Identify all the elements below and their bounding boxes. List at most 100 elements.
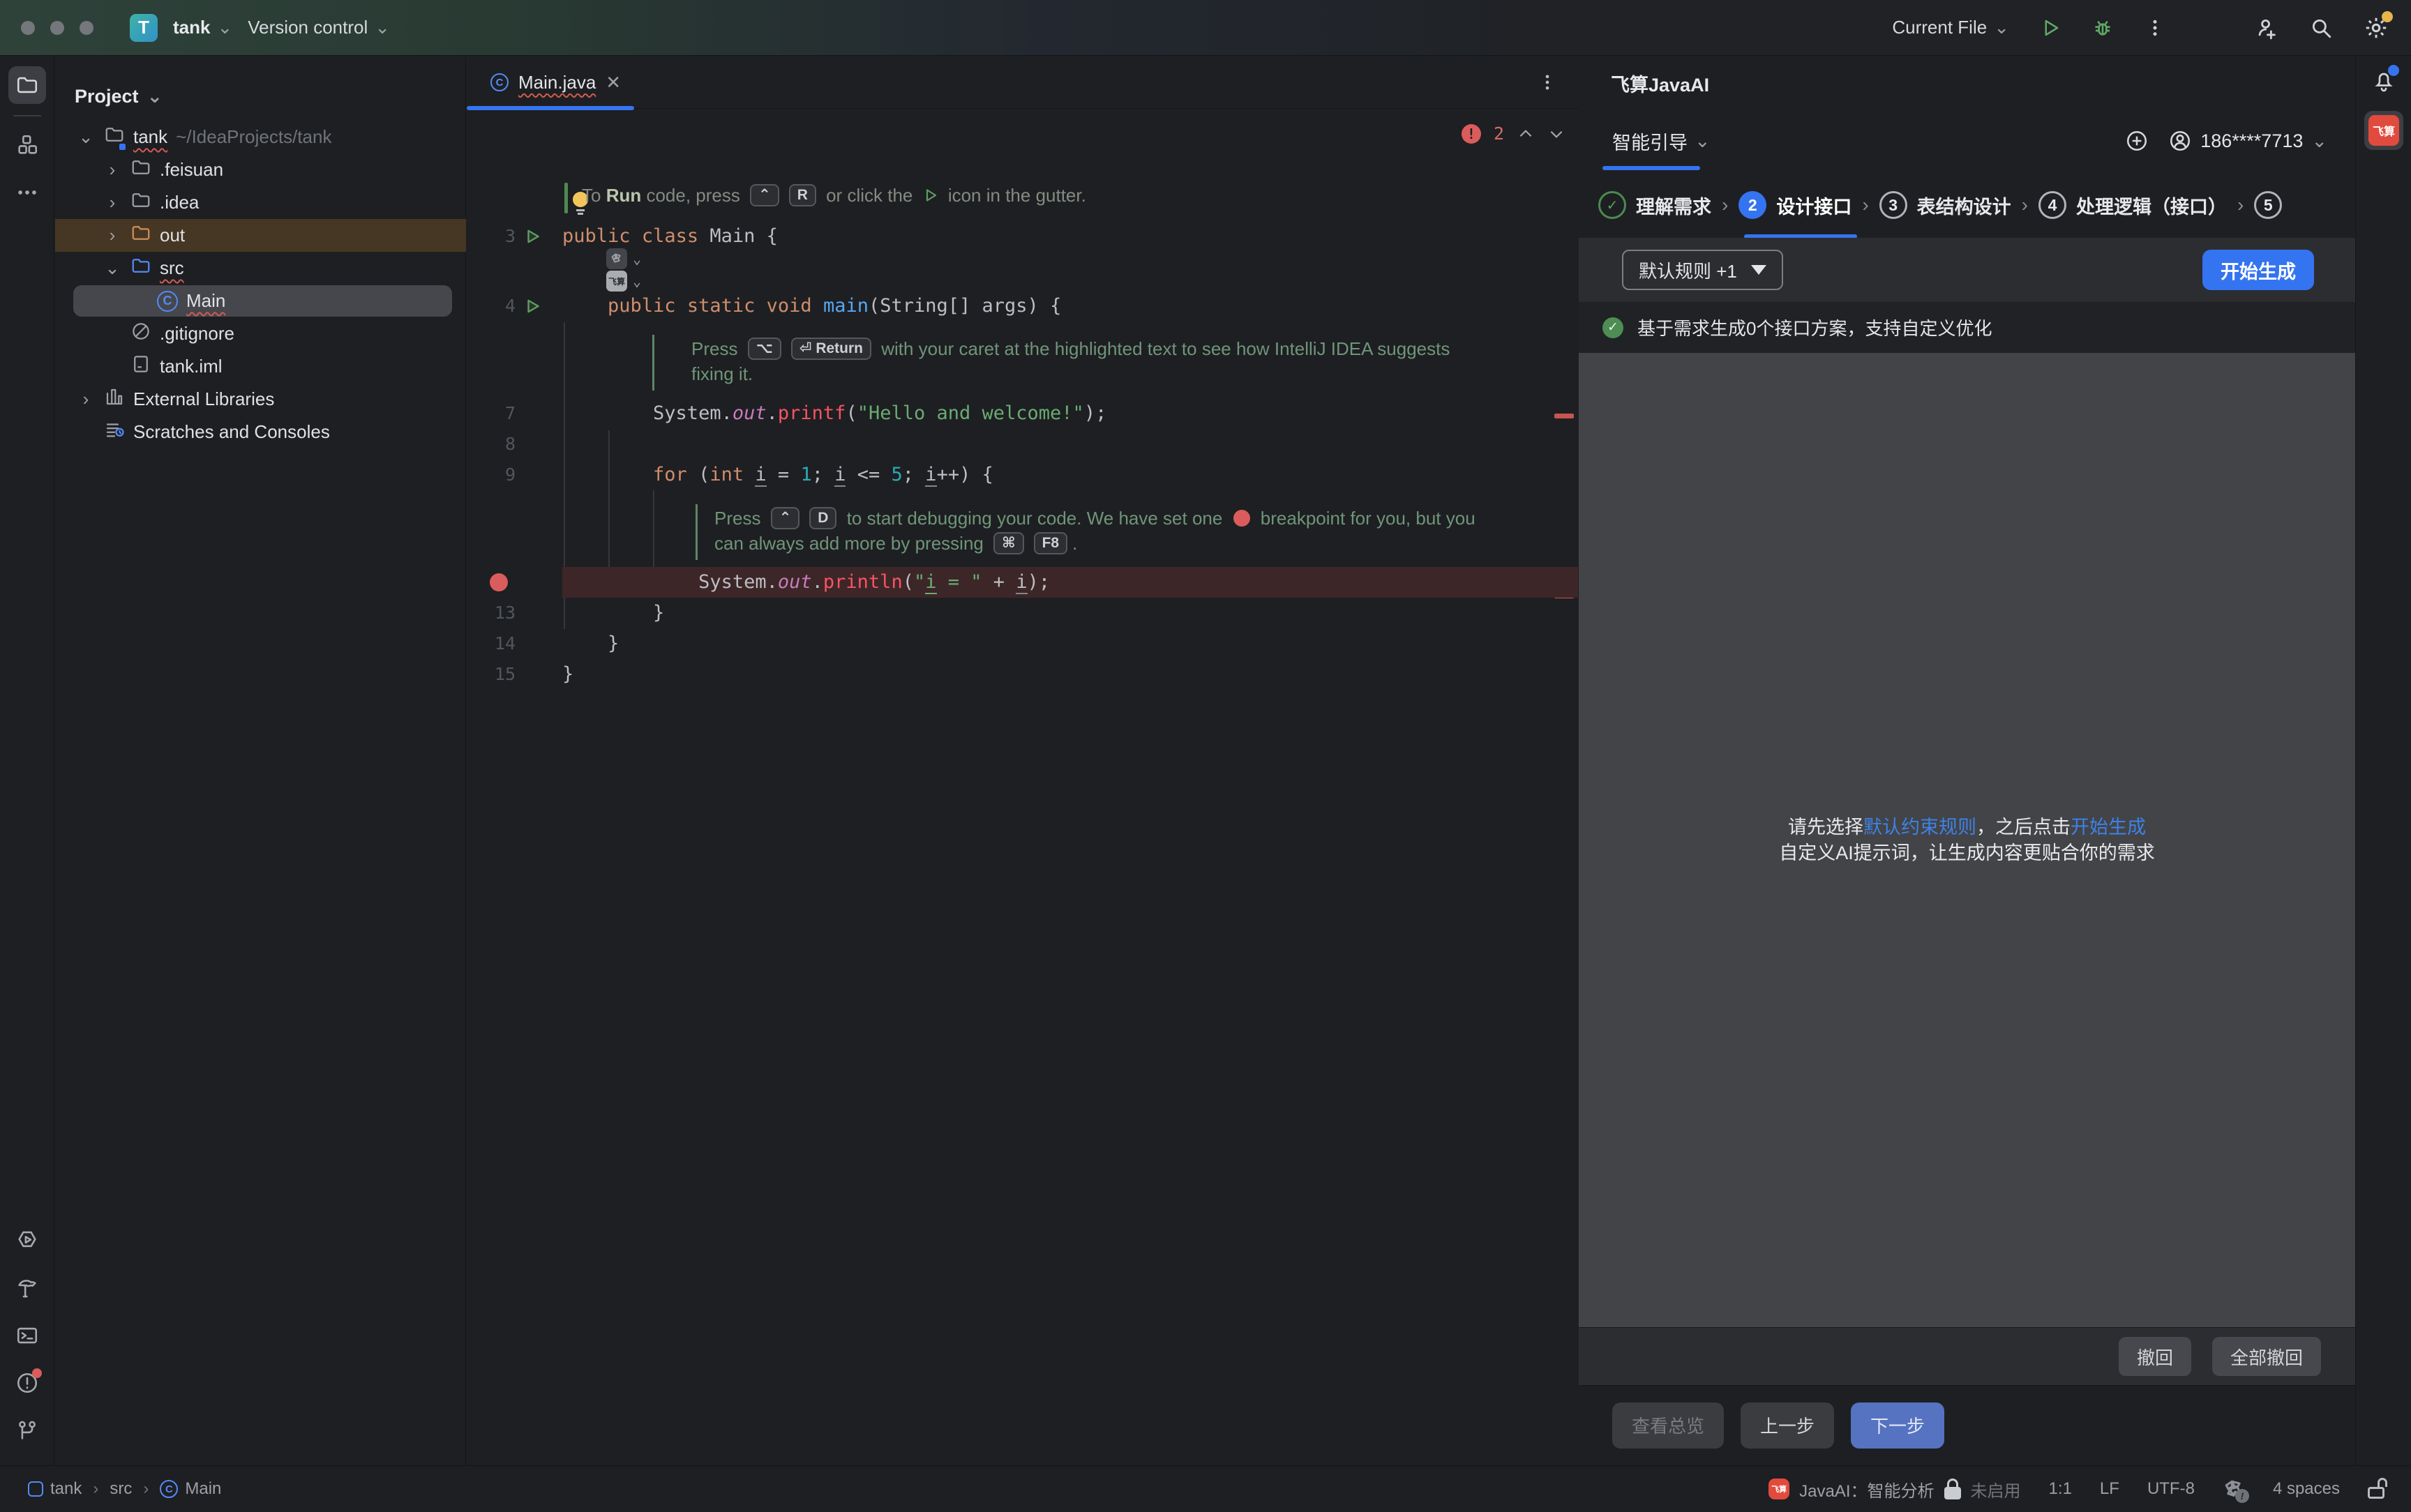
folder-excluded-icon — [130, 222, 151, 248]
account-menu[interactable]: 186****7713 ⌄ — [2168, 129, 2327, 153]
empty-state-link[interactable]: 开始生成 — [2071, 817, 2146, 838]
tree-item-scratches-and-consoles[interactable]: Scratches and Consoles — [55, 416, 466, 448]
tool-strip-services[interactable] — [8, 1222, 46, 1260]
project-icon: T — [130, 14, 158, 42]
inlay-feisuan-mini[interactable]: 飞算⌄ — [606, 271, 641, 292]
code-area[interactable]: ! 2 To Run code, press ⌃R or click the i… — [467, 109, 1578, 1465]
breakpoint-icon[interactable] — [490, 573, 508, 591]
tree-item--gitignore[interactable]: .gitignore — [55, 317, 466, 350]
tree-item-label: .idea — [160, 192, 199, 213]
line-number[interactable]: 7 — [467, 398, 516, 429]
services-icon — [15, 1229, 39, 1253]
tool-strip-terminal[interactable] — [8, 1317, 46, 1354]
close-tab-icon[interactable]: ✕ — [606, 72, 621, 93]
zoom-window-button[interactable] — [80, 21, 93, 35]
notifications-button[interactable] — [2371, 68, 2396, 93]
breadcrumb-main[interactable]: CMain — [160, 1479, 221, 1499]
line-number[interactable]: 9 — [467, 460, 516, 490]
tree-item-tank-iml[interactable]: tank.iml — [55, 350, 466, 383]
tree-chevron-icon[interactable]: ⌄ — [76, 126, 96, 148]
step-2[interactable]: 2设计接口 — [1738, 191, 1852, 219]
tab-smart-guide[interactable]: 智能引导 ⌄ — [1612, 128, 1711, 155]
undo-button[interactable]: 撤回 — [2119, 1337, 2191, 1376]
tab-options-button[interactable] — [1538, 73, 1557, 92]
inlay-ai-knot[interactable]: ⌄ — [606, 248, 641, 269]
prev-step-button[interactable]: 上一步 — [1741, 1403, 1834, 1449]
breadcrumb-src[interactable]: src — [110, 1479, 132, 1499]
tool-strip-more-horizontal[interactable] — [8, 174, 46, 211]
indent-widget[interactable]: 4 spaces — [2273, 1479, 2340, 1499]
tree-item-label: Scratches and Consoles — [133, 421, 330, 443]
debug-button[interactable] — [2091, 17, 2114, 39]
tool-strip-git-branch[interactable] — [8, 1412, 46, 1449]
settings-button[interactable] — [2364, 15, 2389, 40]
unlock-icon[interactable] — [2368, 1478, 2386, 1500]
empty-state-link[interactable]: 默认约束规则 — [1863, 817, 1976, 838]
chevron-down-icon: ⌄ — [1994, 17, 2009, 38]
new-session-button[interactable] — [2125, 129, 2149, 153]
line-number[interactable]: 4 — [467, 291, 516, 322]
feisuan-tool-window-button[interactable]: 飞算 — [2364, 111, 2403, 150]
vcs-menu[interactable]: Version control ⌄ — [248, 17, 390, 38]
tool-strip-structure[interactable] — [8, 126, 46, 164]
tree-item-out[interactable]: ›out — [55, 219, 466, 252]
analysis-warning-icon[interactable]: ! — [2223, 1478, 2245, 1500]
tool-strip-folder[interactable] — [8, 66, 46, 104]
tree-chevron-icon[interactable]: ⌄ — [103, 257, 122, 279]
tree-item-external-libraries[interactable]: ›External Libraries — [55, 383, 466, 416]
step-4[interactable]: 4处理逻辑（接口） — [2038, 191, 2227, 219]
line-separator-widget[interactable]: LF — [2100, 1479, 2119, 1499]
tab-main-java[interactable]: C Main.java ✕ — [467, 56, 639, 108]
tree-item-main[interactable]: CMain — [55, 285, 466, 317]
window-controls[interactable] — [21, 21, 93, 35]
tree-item--feisuan[interactable]: ›.feisuan — [55, 153, 466, 186]
overview-button[interactable]: 查看总览 — [1612, 1403, 1724, 1449]
more-actions-button[interactable] — [2145, 17, 2165, 38]
tree-chevron-icon[interactable]: › — [103, 192, 122, 213]
close-window-button[interactable] — [21, 21, 35, 35]
javaai-status-widget[interactable]: 飞算 JavaAI：智能分析 未启用 — [1768, 1477, 2020, 1502]
run-gutter-icon[interactable] — [524, 227, 542, 245]
tree-chevron-icon[interactable]: › — [103, 159, 122, 181]
tool-strip-problems[interactable] — [8, 1364, 46, 1402]
tree-chevron-icon[interactable]: › — [76, 388, 96, 410]
project-menu[interactable]: tank ⌄ — [173, 17, 232, 38]
line-number[interactable]: 15 — [467, 659, 516, 690]
step-3[interactable]: 3表结构设计 — [1879, 191, 2011, 219]
tree-item-src[interactable]: ⌄src — [55, 252, 466, 285]
step-5[interactable]: 5 — [2254, 191, 2282, 219]
tree-item-label: tank — [133, 126, 167, 148]
run-gutter-icon[interactable] — [524, 297, 542, 315]
line-number[interactable]: 3 — [467, 221, 516, 252]
rules-dropdown[interactable]: 默认规则 +1 — [1622, 250, 1783, 290]
next-error-icon[interactable] — [1547, 125, 1565, 143]
tree-item--idea[interactable]: › .idea — [55, 186, 466, 219]
tree-chevron-icon[interactable]: › — [103, 225, 122, 246]
inspections-widget[interactable]: ! 2 — [1462, 123, 1565, 144]
breadcrumb-tank[interactable]: tank — [28, 1479, 82, 1499]
encoding-widget[interactable]: UTF-8 — [2147, 1479, 2195, 1499]
add-user-button[interactable] — [2255, 16, 2278, 40]
prev-error-icon[interactable] — [1517, 125, 1535, 143]
run-button[interactable] — [2040, 17, 2061, 38]
run-configuration-selector[interactable]: Current File ⌄ — [1892, 17, 2009, 38]
caret-position-widget[interactable]: 1:1 — [2049, 1479, 2072, 1499]
key-chip: ⌃ — [771, 507, 800, 529]
undo-all-button[interactable]: 全部撤回 — [2212, 1337, 2321, 1376]
line-number[interactable]: 13 — [467, 598, 516, 628]
inline-hint-line: Press ⌃D to start debugging your code. W… — [714, 506, 1475, 531]
tool-strip-build-hammer[interactable] — [8, 1269, 46, 1307]
minimize-window-button[interactable] — [50, 21, 64, 35]
project-panel-header[interactable]: Project ⌄ — [55, 56, 465, 118]
generate-button[interactable]: 开始生成 — [2202, 250, 2314, 290]
step-1[interactable]: ✓理解需求 — [1598, 191, 1711, 219]
run-icon — [922, 187, 939, 204]
line-number[interactable]: 14 — [467, 628, 516, 659]
next-step-button[interactable]: 下一步 — [1851, 1403, 1944, 1449]
step-label: 设计接口 — [1776, 192, 1852, 219]
folder-project-icon — [104, 124, 125, 150]
search-everywhere-button[interactable] — [2309, 16, 2333, 40]
line-number[interactable]: 8 — [467, 429, 516, 460]
tree-item-tank[interactable]: ⌄tank~/IdeaProjects/tank — [55, 121, 466, 153]
code-line-3: 3public class Main { — [467, 221, 1578, 252]
